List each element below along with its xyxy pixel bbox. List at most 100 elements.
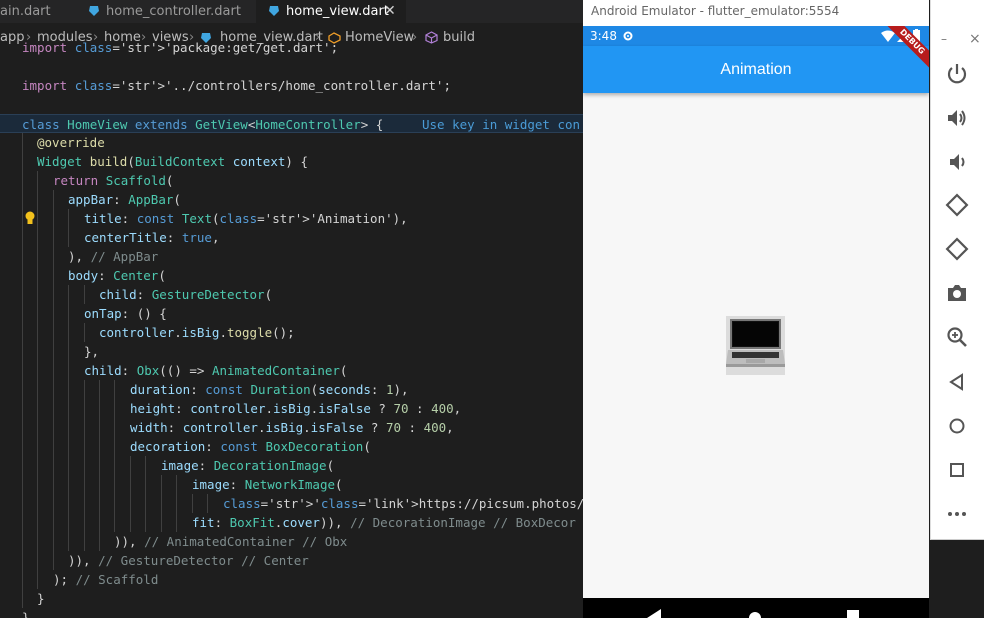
home-icon[interactable]	[945, 414, 969, 438]
indent-guide	[161, 475, 162, 494]
indent-guide	[130, 456, 131, 475]
indent-guide	[114, 380, 115, 399]
power-icon[interactable]	[945, 62, 969, 86]
indent-guide	[145, 494, 146, 513]
code-text: },	[84, 344, 100, 359]
emulator-title: Android Emulator - flutter_emulator:5554	[583, 0, 929, 26]
code-line[interactable]: import class='str'>'package:get/get.dart…	[0, 38, 584, 57]
volume-up-icon[interactable]	[945, 106, 969, 130]
indent-guide	[53, 437, 54, 456]
zoom-icon[interactable]	[945, 325, 969, 349]
code-text: width: controller.isBig.isFalse ? 70 : 4…	[130, 420, 454, 435]
indent-guide	[53, 361, 54, 380]
code-line[interactable]: @override	[0, 133, 584, 152]
code-line[interactable]: appBar: AppBar(	[0, 190, 584, 209]
tab-label: home_view.dart	[286, 4, 389, 19]
code-line[interactable]: child: Obx(() => AnimatedContainer(	[0, 361, 584, 380]
code-text: title: const Text(class='str'>'Animation…	[84, 211, 408, 226]
tab-home-controller[interactable]: home_controller.dart	[74, 0, 254, 23]
android-nav-bar	[583, 598, 929, 618]
indent-guide	[22, 532, 23, 551]
code-line[interactable]: fit: BoxFit.cover)), // DecorationImage …	[0, 513, 584, 532]
code-line[interactable]: height: controller.isBig.isFalse ? 70 : …	[0, 399, 584, 418]
code-line[interactable]: child: GestureDetector(	[0, 285, 584, 304]
code-text: import class='str'>'../controllers/home_…	[22, 78, 451, 93]
code-line[interactable]: }	[0, 589, 584, 608]
close-tab-icon[interactable]: ✕	[384, 0, 396, 23]
indent-guide	[53, 475, 54, 494]
code-text: onTap: () {	[84, 306, 167, 321]
indent-guide	[145, 513, 146, 532]
lightbulb-icon[interactable]	[24, 211, 36, 225]
code-line[interactable]: ), // AppBar	[0, 247, 584, 266]
status-bar: 3:48	[583, 26, 929, 46]
close-icon[interactable]: ×	[969, 31, 981, 47]
indent-guide	[84, 513, 85, 532]
code-line[interactable]: image: NetworkImage(	[0, 475, 584, 494]
more-icon[interactable]	[945, 502, 969, 526]
nav-back-icon[interactable]	[647, 609, 661, 618]
indent-guide	[130, 475, 131, 494]
indent-guide	[68, 209, 69, 228]
code-text: @override	[37, 135, 105, 150]
indent-guide	[37, 342, 38, 361]
code-line[interactable]: class='str'>'class='link'>https://picsum…	[0, 494, 584, 513]
code-line[interactable]: Widget build(BuildContext context) {	[0, 152, 584, 171]
nav-recents-icon[interactable]	[847, 610, 859, 618]
rotate-left-icon[interactable]	[945, 193, 969, 217]
code-line[interactable]: duration: const Duration(seconds: 1),	[0, 380, 584, 399]
code-text: body: Center(	[68, 268, 166, 283]
code-area[interactable]: import class='str'>'package:get/get.dart…	[0, 40, 584, 618]
indent-guide	[37, 532, 38, 551]
code-line[interactable]: }	[0, 608, 584, 618]
animated-container-image[interactable]	[726, 316, 785, 375]
indent-guide	[37, 399, 38, 418]
code-line[interactable]: import class='str'>'../controllers/home_…	[0, 76, 584, 95]
code-line[interactable]: width: controller.isBig.isFalse ? 70 : 4…	[0, 418, 584, 437]
code-line[interactable]: body: Center(	[0, 266, 584, 285]
code-line[interactable]: decoration: const BoxDecoration(	[0, 437, 584, 456]
code-line[interactable]: controller.isBig.toggle();	[0, 323, 584, 342]
code-line[interactable]: )), // GestureDetector // Center	[0, 551, 584, 570]
indent-guide	[84, 323, 85, 342]
dart-file-icon	[269, 6, 279, 16]
indent-guide	[53, 532, 54, 551]
indent-guide	[22, 361, 23, 380]
camera-icon[interactable]	[945, 281, 969, 305]
indent-guide	[207, 494, 208, 513]
indent-guide	[99, 513, 100, 532]
indent-guide	[53, 418, 54, 437]
code-line[interactable]: title: const Text(class='str'>'Animation…	[0, 209, 584, 228]
volume-down-icon[interactable]	[945, 150, 969, 174]
code-text: Widget build(BuildContext context) {	[37, 154, 308, 169]
code-line[interactable]: class HomeView extends GetView<HomeContr…	[0, 114, 584, 133]
code-text: decoration: const BoxDecoration(	[130, 439, 371, 454]
minimize-icon[interactable]: –	[941, 32, 947, 46]
phone-screen[interactable]: 3:48 Animation DEBUG	[583, 26, 929, 618]
tab-home-view[interactable]: home_view.dart ✕	[256, 0, 406, 23]
code-line[interactable]: image: DecorationImage(	[0, 456, 584, 475]
rotate-right-icon[interactable]	[945, 237, 969, 261]
code-line[interactable]: },	[0, 342, 584, 361]
app-bar-title: Animation	[720, 61, 792, 78]
indent-guide	[37, 304, 38, 323]
code-line[interactable]: onTap: () {	[0, 304, 584, 323]
indent-guide	[37, 570, 38, 589]
code-text: )), // AnimatedContainer // Obx	[114, 534, 348, 549]
indent-guide	[84, 475, 85, 494]
indent-guide	[53, 266, 54, 285]
indent-guide	[22, 266, 23, 285]
code-line[interactable]: ); // Scaffold	[0, 570, 584, 589]
indent-guide	[176, 513, 177, 532]
tab-main[interactable]: ain.dart	[0, 0, 72, 23]
indent-guide	[37, 513, 38, 532]
code-text: }	[22, 610, 30, 618]
overview-icon[interactable]	[945, 458, 969, 482]
code-line[interactable]: centerTitle: true,	[0, 228, 584, 247]
indent-guide	[37, 190, 38, 209]
code-line[interactable]: )), // AnimatedContainer // Obx	[0, 532, 584, 551]
back-icon[interactable]	[945, 370, 969, 394]
code-line[interactable]: return Scaffold(	[0, 171, 584, 190]
nav-home-icon[interactable]	[748, 610, 762, 618]
indent-guide	[68, 475, 69, 494]
